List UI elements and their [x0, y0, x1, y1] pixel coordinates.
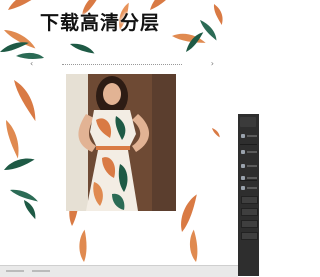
previous-arrow-icon[interactable]: ‹	[30, 59, 33, 68]
link-icon	[241, 164, 245, 168]
status-segment	[6, 270, 24, 272]
panel-divider	[240, 180, 257, 181]
transform-icon	[241, 150, 245, 154]
layers-side-panel	[238, 114, 259, 276]
banner-title: 下载高清分层	[39, 12, 160, 34]
panel-row[interactable]	[241, 184, 257, 192]
row-label	[247, 177, 257, 179]
panel-input[interactable]	[241, 220, 258, 228]
text-icon	[241, 186, 245, 190]
layer-icon	[241, 134, 245, 138]
panel-row[interactable]	[241, 148, 257, 156]
panel-tab[interactable]	[240, 117, 256, 127]
product-photo	[66, 74, 176, 211]
preview-toolbar: ‹ ›	[22, 59, 218, 70]
status-bar	[0, 265, 238, 277]
row-label	[247, 165, 257, 167]
panel-row[interactable]	[241, 162, 257, 170]
next-arrow-icon[interactable]: ›	[211, 59, 214, 68]
panel-input[interactable]	[241, 208, 258, 216]
panel-input[interactable]	[241, 196, 258, 204]
panel-divider	[240, 144, 257, 145]
layer-label	[247, 135, 257, 137]
toolbar-divider	[62, 64, 182, 66]
row-label	[247, 151, 257, 153]
panel-input[interactable]	[241, 232, 258, 240]
row-label	[247, 187, 257, 189]
status-segment	[32, 270, 50, 272]
panel-row[interactable]	[241, 132, 257, 140]
